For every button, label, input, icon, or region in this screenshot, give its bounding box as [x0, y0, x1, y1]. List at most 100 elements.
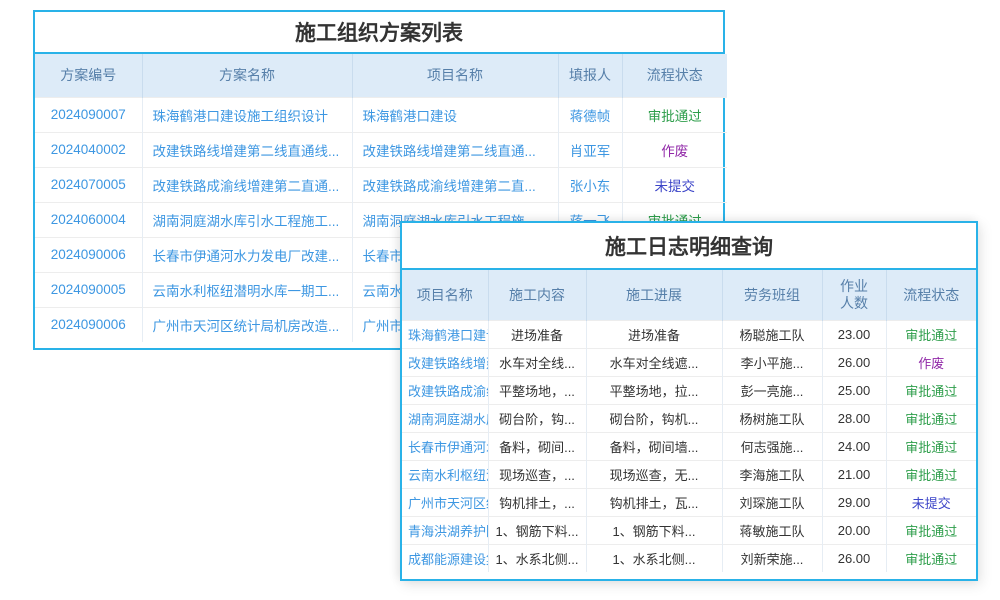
cell-id[interactable]: 2024090007: [35, 97, 142, 132]
cell-project[interactable]: 改建铁路成渝线增建第二直通线: [402, 376, 488, 404]
cell-team: 杨聪施工队: [722, 320, 822, 348]
cell-project[interactable]: 珠海鹤港口建设: [352, 97, 558, 132]
table-row: 长春市伊通河水力发电厂备料，砌间...备料，砌间墙...何志强施...24.00…: [402, 432, 976, 460]
cell-content: 水车对全线...: [488, 348, 586, 376]
cell-progress: 1、钢筋下料...: [586, 516, 722, 544]
cell-progress: 水车对全线遮...: [586, 348, 722, 376]
cell-workers: 28.00: [822, 404, 886, 432]
cell-project[interactable]: 成都能源建设集团项目: [402, 544, 488, 572]
cell-workers: 29.00: [822, 488, 886, 516]
cell-progress: 备料，砌间墙...: [586, 432, 722, 460]
cell-project[interactable]: 广州市天河区统计局机房: [402, 488, 488, 516]
cell-project[interactable]: 改建铁路线增建第二线直通线: [402, 348, 488, 376]
table-row: 青海洪湖养护院项目1、钢筋下料...1、钢筋下料...蒋敏施工队20.00审批通…: [402, 516, 976, 544]
cell-id[interactable]: 2024060004: [35, 202, 142, 237]
cell-content: 砌台阶，钩...: [488, 404, 586, 432]
cell-status: 审批通过: [886, 432, 976, 460]
column-header-project: 项目名称: [402, 270, 488, 320]
cell-content: 平整场地，...: [488, 376, 586, 404]
cell-project[interactable]: 改建铁路线增建第二线直通...: [352, 132, 558, 167]
cell-id[interactable]: 2024090006: [35, 237, 142, 272]
column-header-status: 流程状态: [622, 54, 727, 97]
cell-project[interactable]: 湖南洞庭湖水库引水工程: [402, 404, 488, 432]
cell-id[interactable]: 2024090006: [35, 307, 142, 342]
cell-progress: 平整场地，拉...: [586, 376, 722, 404]
cell-team: 何志强施...: [722, 432, 822, 460]
cell-reporter[interactable]: 蒋德帧: [558, 97, 622, 132]
cell-workers: 26.00: [822, 348, 886, 376]
log-query-header-row: 项目名称施工内容施工进展劳务班组作业人数流程状态: [402, 270, 976, 320]
cell-workers: 24.00: [822, 432, 886, 460]
column-header-id: 方案编号: [35, 54, 142, 97]
cell-project[interactable]: 云南水利枢纽潜明水库一期: [402, 460, 488, 488]
cell-workers: 26.00: [822, 544, 886, 572]
cell-team: 杨树施工队: [722, 404, 822, 432]
cell-id[interactable]: 2024070005: [35, 167, 142, 202]
cell-status: 审批通过: [886, 376, 976, 404]
cell-status: 审批通过: [622, 97, 727, 132]
cell-plan[interactable]: 改建铁路线增建第二线直通线...: [142, 132, 352, 167]
table-row: 云南水利枢纽潜明水库一期现场巡查，...现场巡查，无...李海施工队21.00审…: [402, 460, 976, 488]
cell-status: 作废: [886, 348, 976, 376]
cell-status: 未提交: [622, 167, 727, 202]
column-header-workers: 作业人数: [822, 270, 886, 320]
cell-reporter[interactable]: 肖亚军: [558, 132, 622, 167]
cell-plan[interactable]: 长春市伊通河水力发电厂改建...: [142, 237, 352, 272]
cell-workers: 23.00: [822, 320, 886, 348]
plan-list-title: 施工组织方案列表: [35, 12, 723, 54]
column-header-team: 劳务班组: [722, 270, 822, 320]
cell-status: 作废: [622, 132, 727, 167]
cell-team: 李海施工队: [722, 460, 822, 488]
cell-status: 审批通过: [886, 544, 976, 572]
cell-progress: 钩机排土，瓦...: [586, 488, 722, 516]
cell-plan[interactable]: 广州市天河区统计局机房改造...: [142, 307, 352, 342]
cell-plan[interactable]: 改建铁路成渝线增建第二直通...: [142, 167, 352, 202]
cell-content: 1、钢筋下料...: [488, 516, 586, 544]
column-header-project: 项目名称: [352, 54, 558, 97]
table-row: 改建铁路成渝线增建第二直通线平整场地，...平整场地，拉...彭一亮施...25…: [402, 376, 976, 404]
table-row: 湖南洞庭湖水库引水工程砌台阶，钩...砌台阶，钩机...杨树施工队28.00审批…: [402, 404, 976, 432]
cell-content: 钩机排土，...: [488, 488, 586, 516]
cell-project[interactable]: 改建铁路成渝线增建第二直...: [352, 167, 558, 202]
table-row: 广州市天河区统计局机房钩机排土，...钩机排土，瓦...刘琛施工队29.00未提…: [402, 488, 976, 516]
cell-team: 刘新荣施...: [722, 544, 822, 572]
cell-project[interactable]: 珠海鹤港口建设: [402, 320, 488, 348]
cell-plan[interactable]: 云南水利枢纽潜明水库一期工...: [142, 272, 352, 307]
page: 施工组织方案列表 方案编号方案名称项目名称填报人流程状态 2024090007珠…: [0, 0, 1000, 600]
cell-status: 审批通过: [886, 460, 976, 488]
column-header-progress: 施工进展: [586, 270, 722, 320]
cell-plan[interactable]: 珠海鹤港口建设施工组织设计: [142, 97, 352, 132]
cell-progress: 砌台阶，钩机...: [586, 404, 722, 432]
cell-workers: 21.00: [822, 460, 886, 488]
cell-id[interactable]: 2024040002: [35, 132, 142, 167]
cell-status: 未提交: [886, 488, 976, 516]
cell-content: 备料，砌间...: [488, 432, 586, 460]
cell-id[interactable]: 2024090005: [35, 272, 142, 307]
cell-team: 彭一亮施...: [722, 376, 822, 404]
cell-status: 审批通过: [886, 516, 976, 544]
table-row: 2024090007珠海鹤港口建设施工组织设计珠海鹤港口建设蒋德帧审批通过: [35, 97, 727, 132]
cell-progress: 1、水系北侧...: [586, 544, 722, 572]
cell-status: 审批通过: [886, 320, 976, 348]
cell-team: 刘琛施工队: [722, 488, 822, 516]
plan-list-header-row: 方案编号方案名称项目名称填报人流程状态: [35, 54, 727, 97]
cell-status: 审批通过: [886, 404, 976, 432]
cell-plan[interactable]: 湖南洞庭湖水库引水工程施工...: [142, 202, 352, 237]
cell-content: 1、水系北侧...: [488, 544, 586, 572]
table-row: 成都能源建设集团项目1、水系北侧...1、水系北侧...刘新荣施...26.00…: [402, 544, 976, 572]
cell-project[interactable]: 青海洪湖养护院项目: [402, 516, 488, 544]
cell-team: 李小平施...: [722, 348, 822, 376]
cell-content: 现场巡查，...: [488, 460, 586, 488]
cell-workers: 25.00: [822, 376, 886, 404]
column-header-plan: 方案名称: [142, 54, 352, 97]
column-header-status: 流程状态: [886, 270, 976, 320]
table-row: 2024040002改建铁路线增建第二线直通线...改建铁路线增建第二线直通..…: [35, 132, 727, 167]
cell-progress: 现场巡查，无...: [586, 460, 722, 488]
cell-project[interactable]: 长春市伊通河水力发电厂: [402, 432, 488, 460]
table-row: 珠海鹤港口建设进场准备进场准备杨聪施工队23.00审批通过: [402, 320, 976, 348]
cell-progress: 进场准备: [586, 320, 722, 348]
table-row: 2024070005改建铁路成渝线增建第二直通...改建铁路成渝线增建第二直..…: [35, 167, 727, 202]
column-header-content: 施工内容: [488, 270, 586, 320]
cell-content: 进场准备: [488, 320, 586, 348]
cell-reporter[interactable]: 张小东: [558, 167, 622, 202]
